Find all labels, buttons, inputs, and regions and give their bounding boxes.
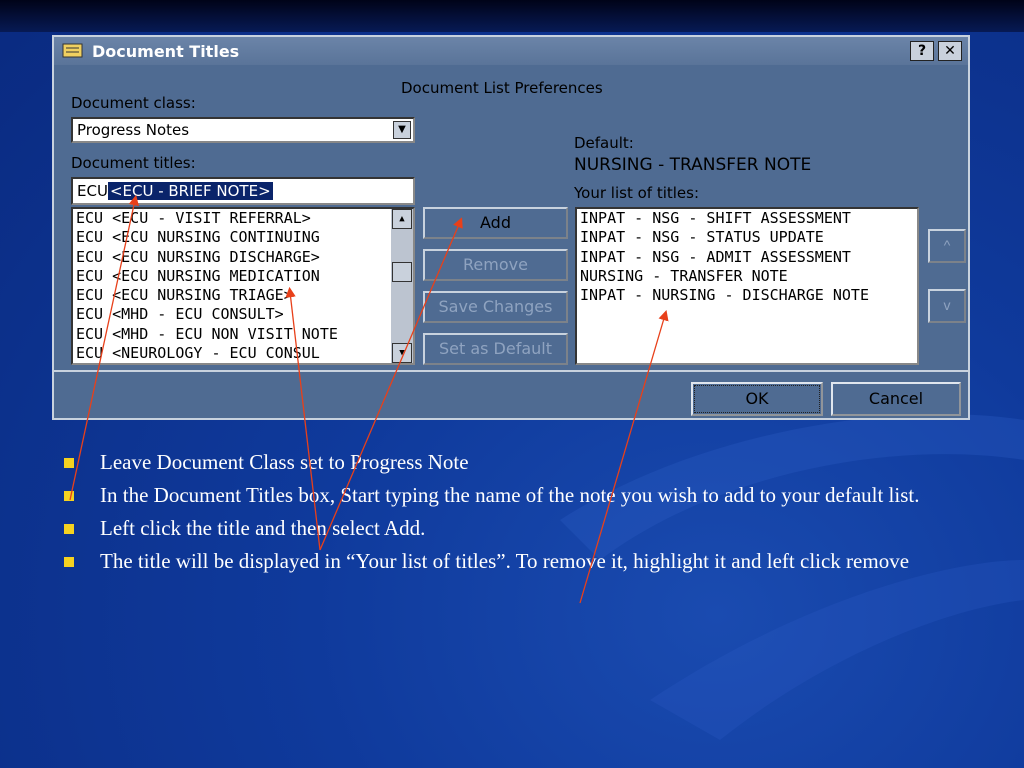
bullet-item: Leave Document Class set to Progress Not… [60,448,980,477]
document-titles-label: Document titles: [71,154,196,172]
scroll-thumb[interactable] [392,262,412,282]
dialog-titlebar: Document Titles ? ✕ [54,37,968,65]
ok-label: OK [694,385,820,413]
list-item[interactable]: ECU <MHD - ECU CONSULT> [73,305,413,324]
move-up-button[interactable]: ^ [928,229,966,263]
titles-scrollbar[interactable]: ▲ ▼ [391,209,413,363]
scroll-down-icon[interactable]: ▼ [392,343,412,363]
document-class-value: Progress Notes [77,121,190,139]
bullet-item: The title will be displayed in “Your lis… [60,547,980,576]
list-item[interactable]: ECU <ECU NURSING MEDICATION [73,267,413,286]
add-button[interactable]: Add [423,207,568,239]
bullet-text: Leave Document Class set to Progress Not… [100,450,469,474]
square-bullet-icon [64,557,74,567]
bullet-text: Left click the title and then select Add… [100,516,426,540]
document-class-select[interactable]: Progress Notes ▼ [71,117,415,143]
bullet-text: The title will be displayed in “Your lis… [100,549,910,573]
close-button[interactable]: ✕ [938,41,962,61]
list-item[interactable]: INPAT - NSG - STATUS UPDATE [577,228,917,247]
chevron-down-icon[interactable]: ▼ [393,121,411,139]
typed-text: ECU [77,182,108,200]
document-titles-list[interactable]: ECU <ECU - VISIT REFERRAL> ECU <ECU NURS… [71,207,415,365]
instruction-list: Leave Document Class set to Progress Not… [60,448,980,580]
dialog-divider [54,370,968,372]
list-item[interactable]: NURSING - TRANSFER NOTE [577,267,917,286]
bullet-item: Left click the title and then select Add… [60,514,980,543]
scroll-up-icon[interactable]: ▲ [392,209,412,229]
autocomplete-suggestion: <ECU - BRIEF NOTE> [107,182,273,200]
set-as-default-button[interactable]: Set as Default [423,333,568,365]
document-titles-dialog: Document Titles ? ✕ Document List Prefer… [52,35,970,420]
list-item[interactable]: ECU <NEUROLOGY - ECU CONSUL [73,344,413,363]
list-item[interactable]: ECU <MHD - ECU NON VISIT NOTE [73,325,413,344]
list-item[interactable]: INPAT - NSG - ADMIT ASSESSMENT [577,248,917,267]
default-label: Default: [574,134,634,152]
list-item[interactable]: INPAT - NURSING - DISCHARGE NOTE [577,286,917,305]
help-button[interactable]: ? [910,41,934,61]
list-item[interactable]: INPAT - NSG - SHIFT ASSESSMENT [577,209,917,228]
save-changes-button[interactable]: Save Changes [423,291,568,323]
document-titles-input[interactable]: ECU <ECU - BRIEF NOTE> [71,177,415,205]
bullet-item: In the Document Titles box, Start typing… [60,481,980,510]
list-item[interactable]: ECU <ECU NURSING CONTINUING [73,228,413,247]
remove-button[interactable]: Remove [423,249,568,281]
dialog-title: Document Titles [92,42,240,61]
your-list-label: Your list of titles: [574,184,700,202]
move-down-button[interactable]: v [928,289,966,323]
your-titles-list[interactable]: INPAT - NSG - SHIFT ASSESSMENT INPAT - N… [575,207,919,365]
notebook-icon [62,43,83,58]
document-class-label: Document class: [71,94,196,112]
list-item[interactable]: ECU <ECU NURSING DISCHARGE> [73,248,413,267]
cancel-button[interactable]: Cancel [831,382,961,416]
bullet-text: In the Document Titles box, Start typing… [100,483,920,507]
square-bullet-icon [64,458,74,468]
preferences-header: Document List Preferences [401,79,603,97]
list-item[interactable]: ECU <ECU NURSING TRIAGE> [73,286,413,305]
square-bullet-icon [64,491,74,501]
default-value: NURSING - TRANSFER NOTE [574,155,812,175]
list-item[interactable]: ECU <ECU - VISIT REFERRAL> [73,209,413,228]
square-bullet-icon [64,524,74,534]
ok-button[interactable]: OK [691,382,823,416]
